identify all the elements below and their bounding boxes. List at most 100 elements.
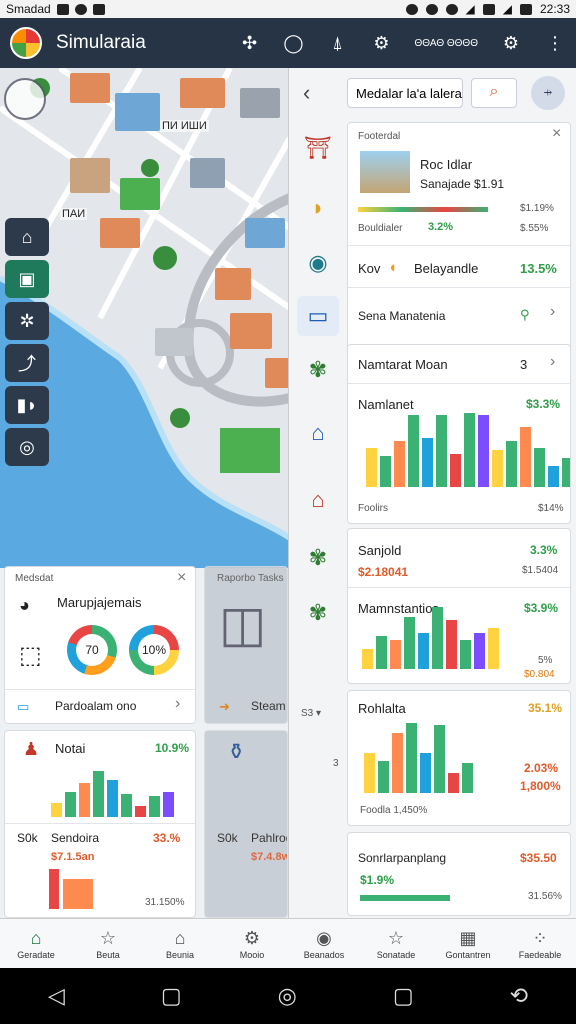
- compass-icon[interactable]: ⍆: [531, 76, 565, 110]
- map-building[interactable]: [230, 313, 272, 349]
- chart-value: $3.9%: [524, 601, 559, 615]
- chart-footer: 5%: [538, 655, 553, 666]
- building-icon: ▦: [459, 927, 477, 948]
- resources-card[interactable]: Sanjold 3.3% $2.18041 $1.5404 Mamnstanti…: [347, 528, 571, 684]
- divider: [348, 245, 570, 246]
- close-icon[interactable]: ×: [177, 569, 186, 587]
- nav-label: Mooio: [239, 949, 265, 960]
- map-building[interactable]: [190, 158, 225, 188]
- back-icon[interactable]: ◁: [48, 983, 65, 1009]
- nav-item[interactable]: ⌂ Geradate: [0, 919, 72, 968]
- chart-bar: [366, 447, 377, 487]
- vehicle-tool-icon[interactable]: ▮◗: [5, 386, 49, 424]
- item-name[interactable]: Belayandle: [414, 261, 478, 276]
- map-building[interactable]: [155, 328, 193, 356]
- build-tool-icon[interactable]: ▣: [5, 260, 49, 298]
- chevron-right-icon[interactable]: ›: [550, 353, 555, 371]
- chart-bar: [376, 636, 387, 669]
- namlanet-card[interactable]: Namtarat Moan 3 › Namlanet $3.3% Foolirs…: [347, 344, 571, 524]
- item-name[interactable]: Sena Manatenia: [358, 309, 445, 323]
- home-tool-icon[interactable]: ⌂: [5, 218, 49, 256]
- palm-icon[interactable]: ✾: [297, 538, 339, 578]
- person-icon: ♟: [23, 739, 40, 759]
- home-circle-icon[interactable]: ◎: [278, 983, 297, 1009]
- stats-card[interactable]: ♟ Notai 10.9% S0k Sendoira 33.% $7.1.5an…: [4, 730, 196, 918]
- summary-card[interactable]: Sonrlarpanplang $35.50 $1.9% 31.56%: [347, 832, 571, 916]
- stats-card-2[interactable]: ⚱ S0k Pahlrodi $7.4.8w: [204, 730, 288, 918]
- map-building[interactable]: [245, 218, 285, 248]
- map-building[interactable]: [100, 218, 140, 248]
- chart-bar: [422, 437, 433, 487]
- map-building[interactable]: [215, 268, 251, 300]
- croissant-icon[interactable]: ◗: [297, 188, 339, 228]
- recent-icon[interactable]: ▢: [393, 983, 414, 1009]
- search-input[interactable]: Medalar laʹa lalera: [347, 78, 463, 108]
- map-building[interactable]: [70, 73, 110, 103]
- billboard-icon[interactable]: ▭: [297, 296, 339, 336]
- gear-icon: ⚙: [243, 927, 261, 948]
- bottom-nav: ⌂ Geradate ☆ Beuta ⌂ Beunia ⚙ Mooio ◉ Beanados ☆ So…: [0, 918, 576, 968]
- map-building[interactable]: [240, 88, 280, 118]
- map-building[interactable]: [265, 358, 290, 388]
- mini-bar-chart: [51, 771, 174, 817]
- tree-tool-icon[interactable]: ✲: [5, 302, 49, 340]
- progress-slider[interactable]: [358, 207, 488, 212]
- chart-footer: $14%: [538, 503, 564, 514]
- zone-tool-icon[interactable]: ◎: [5, 428, 49, 466]
- price-value: $1.19%: [520, 203, 554, 214]
- chart-bar: [390, 639, 401, 669]
- chart-bar: [446, 620, 457, 669]
- population-card[interactable]: Medsdat × ◕ Marupjajemais ⬚ 70 10% ▭ Par…: [4, 566, 196, 724]
- square-icon[interactable]: ▢: [161, 983, 182, 1009]
- card-button[interactable]: Steam: [251, 699, 286, 713]
- nav-item[interactable]: ◉ Beanados: [288, 919, 360, 968]
- close-icon[interactable]: ×: [552, 125, 561, 143]
- chevron-right-icon[interactable]: ›: [175, 695, 180, 713]
- map-building[interactable]: [180, 78, 225, 108]
- stat-name: Pahlrodi: [251, 831, 287, 845]
- map-building[interactable]: [70, 158, 110, 193]
- tasks-card[interactable]: Raporbo Tasks ◫ ➜ Steam: [204, 566, 288, 724]
- app-logo[interactable]: [10, 27, 42, 59]
- chart-bar: [460, 639, 471, 669]
- nav-item[interactable]: ▦ Gontantren: [432, 919, 504, 968]
- island-icon[interactable]: ✾: [297, 593, 339, 633]
- search-icon[interactable]: ⌕: [471, 78, 517, 108]
- divider: [348, 383, 570, 384]
- map-building[interactable]: [115, 93, 160, 131]
- shop-icon[interactable]: ⌂: [297, 413, 339, 453]
- nav-item[interactable]: ☆ Sonatade: [360, 919, 432, 968]
- chevron-right-icon[interactable]: ›: [550, 303, 555, 321]
- tool-illustration-icon: ◫: [219, 596, 267, 652]
- gear-icon[interactable]: ⚙: [500, 33, 522, 54]
- back-icon[interactable]: ‹: [303, 80, 310, 106]
- chart-bar: [392, 733, 403, 793]
- card-label: Sanjold: [358, 543, 402, 558]
- nav-item[interactable]: ⌂ Beunia: [144, 919, 216, 968]
- road-tool-icon[interactable]: ⤴: [5, 344, 49, 382]
- pavilion-icon[interactable]: ⛩: [297, 128, 339, 168]
- pin-icon[interactable]: ⍋: [326, 33, 348, 54]
- city-map[interactable]: ПИ ИШИ ПАИ ⌂ ▣ ✲ ⤴ ▮◗ ◎: [0, 68, 290, 568]
- map-building[interactable]: [120, 178, 160, 210]
- chart-bar: [492, 450, 503, 487]
- divider: [348, 587, 570, 588]
- chart-title: Namlanet: [358, 397, 414, 412]
- sun-icon: ◖: [388, 259, 398, 276]
- palm-icon[interactable]: ✾: [297, 350, 339, 390]
- nav-item[interactable]: ☆ Beuta: [72, 919, 144, 968]
- gear-alert-icon[interactable]: ⚙: [370, 33, 392, 54]
- unit-label: ΘΘΑΘ ΘΘΘΘ: [414, 37, 478, 49]
- building-detail-card[interactable]: Footerdal × Roc Idlar Sanajade $1.91 $1.…: [347, 122, 571, 350]
- more-icon[interactable]: ⋮: [544, 33, 566, 54]
- rohlalta-card[interactable]: Rohlalta 35.1% 2.03% 1,800% Foodla 1,450…: [347, 690, 571, 826]
- row-label[interactable]: Pardoalam ono: [55, 699, 136, 713]
- rotate-icon[interactable]: ⟲: [510, 983, 528, 1009]
- circle-icon[interactable]: ◯: [282, 33, 304, 54]
- nav-item[interactable]: ⁘ Faedeable: [504, 919, 576, 968]
- house-icon[interactable]: ⌂: [297, 480, 339, 520]
- map-layer-badge[interactable]: [4, 78, 46, 120]
- stadium-icon[interactable]: ◉: [297, 243, 339, 283]
- move-icon[interactable]: ✣: [238, 33, 260, 54]
- nav-item[interactable]: ⚙ Mooio: [216, 919, 288, 968]
